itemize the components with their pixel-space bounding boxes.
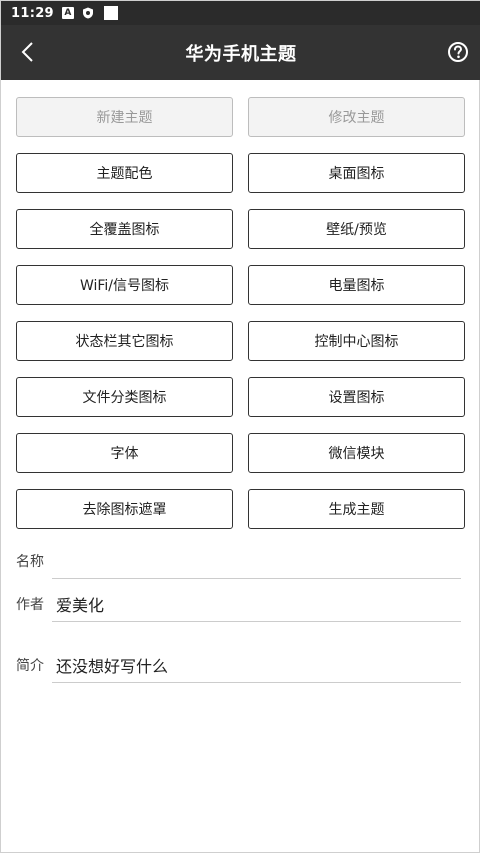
control-center-icons-button[interactable]: 控制中心图标: [248, 321, 465, 361]
author-input[interactable]: 爱美化: [52, 586, 461, 622]
new-theme-button[interactable]: 新建主题: [16, 97, 233, 137]
full-cover-icons-button[interactable]: 全覆盖图标: [16, 209, 233, 249]
name-input[interactable]: [52, 543, 461, 579]
name-label: 名称: [16, 554, 44, 570]
status-bar: 11:29 A: [1, 1, 480, 25]
battery-icons-button[interactable]: 电量图标: [248, 265, 465, 305]
back-button[interactable]: [13, 38, 41, 66]
intro-field-row: 简介 还没想好写什么: [16, 647, 461, 683]
wifi-signal-icons-button[interactable]: WiFi/信号图标: [16, 265, 233, 305]
settings-icons-button[interactable]: 设置图标: [248, 377, 465, 417]
a-notification-icon: A: [61, 7, 74, 19]
status-time: 11:29: [11, 5, 54, 21]
page-title: 华为手机主题: [185, 43, 297, 65]
name-field-row: 名称: [16, 543, 461, 579]
help-button[interactable]: [447, 41, 469, 63]
font-button[interactable]: 字体: [16, 433, 233, 473]
edit-theme-button[interactable]: 修改主题: [248, 97, 465, 137]
help-circle-icon: [448, 42, 468, 62]
statusbar-other-icons-button[interactable]: 状态栏其它图标: [16, 321, 233, 361]
author-label: 作者: [16, 597, 44, 613]
theme-actions-grid: 新建主题 修改主题 主题配色 桌面图标 全覆盖图标 壁纸/预览 WiFi/信号图…: [16, 97, 465, 529]
author-field-row: 作者 爱美化: [16, 586, 461, 622]
app-bar: 华为手机主题: [1, 25, 480, 80]
square-icon: [103, 6, 118, 20]
intro-input[interactable]: 还没想好写什么: [52, 647, 461, 683]
shield-icon: [82, 7, 94, 19]
file-category-icons-button[interactable]: 文件分类图标: [16, 377, 233, 417]
chevron-left-icon: [21, 42, 33, 62]
generate-theme-button[interactable]: 生成主题: [248, 489, 465, 529]
wallpaper-preview-button[interactable]: 壁纸/预览: [248, 209, 465, 249]
desktop-icons-button[interactable]: 桌面图标: [248, 153, 465, 193]
remove-icon-mask-button[interactable]: 去除图标遮罩: [16, 489, 233, 529]
intro-label: 简介: [16, 658, 44, 674]
wechat-module-button[interactable]: 微信模块: [248, 433, 465, 473]
theme-colors-button[interactable]: 主题配色: [16, 153, 233, 193]
